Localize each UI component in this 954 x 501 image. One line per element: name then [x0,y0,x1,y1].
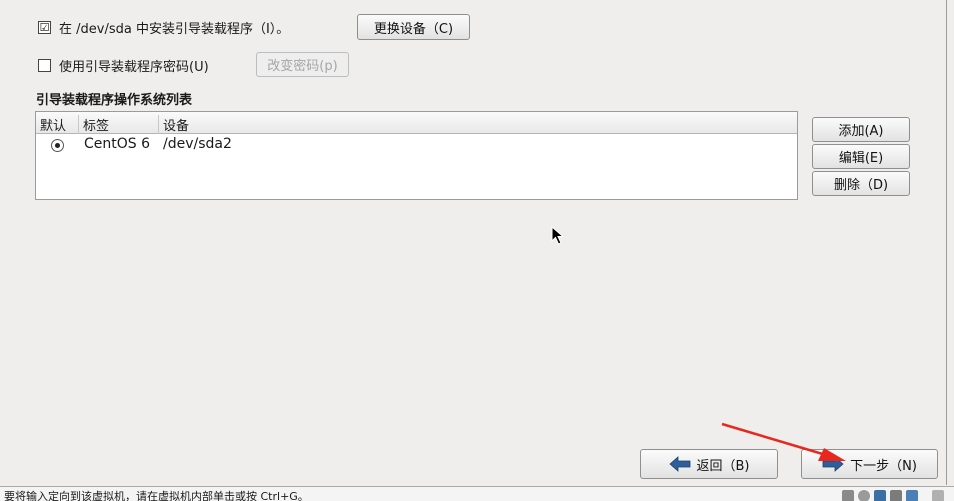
mouse-cursor-icon [551,226,565,245]
bootloader-password-checkbox[interactable]: 使用引导装载程序密码(U) [38,56,209,75]
back-button[interactable]: 返回（B) [640,449,778,479]
disk-icon[interactable] [842,490,854,501]
default-radio[interactable] [51,139,64,152]
status-icons [842,490,944,501]
install-bootloader-check-mark[interactable]: ☑ [38,21,51,34]
row-device: /dev/sda2 [163,136,232,152]
edit-button[interactable]: 编辑(E) [812,144,910,169]
vm-status-bar: 要将输入定向到该虚拟机，请在虚拟机内部单击或按 Ctrl+G。 [0,486,954,501]
arrow-left-icon [668,456,690,472]
install-bootloader-checkbox[interactable]: ☑ 在 /dev/sda 中安装引导装载程序（I）。 [38,18,289,37]
install-bootloader-label: 在 /dev/sda 中安装引导装载程序（I）。 [59,22,290,37]
os-list-title: 引导装载程序操作系统列表 [36,93,193,108]
row-label: CentOS 6 [84,136,151,152]
add-button[interactable]: 添加(A) [812,117,910,142]
table-row[interactable]: CentOS 6 /dev/sda2 [36,136,797,156]
column-header-default[interactable]: 默认 [40,115,66,134]
os-list-table: 默认 标签 设备 CentOS 6 /dev/sda2 [35,111,798,200]
sound-icon[interactable] [906,490,918,501]
next-button[interactable]: 下一步（N) [801,449,938,479]
network-icon[interactable] [874,490,886,501]
arrow-right-icon [822,456,844,472]
status-text: 要将输入定向到该虚拟机，请在虚拟机内部单击或按 Ctrl+G。 [4,490,309,501]
delete-button[interactable]: 删除（D) [812,171,910,196]
change-device-button[interactable]: 更换设备（C) [357,14,470,40]
bootloader-password-check-mark[interactable] [38,59,51,72]
cd-icon[interactable] [858,490,870,501]
next-button-label: 下一步（N) [850,458,917,474]
annotation-arrow-icon [721,422,846,461]
printer-icon[interactable] [890,490,902,501]
message-icon[interactable] [932,490,944,501]
change-password-button[interactable]: 改变密码(p) [256,52,349,77]
column-header-device[interactable]: 设备 [158,115,189,134]
back-button-label: 返回（B) [696,458,750,474]
bootloader-password-label: 使用引导装载程序密码(U) [59,60,209,75]
window-border [946,0,947,485]
os-list-header: 默认 标签 设备 [36,112,797,134]
column-header-label[interactable]: 标签 [78,115,109,134]
